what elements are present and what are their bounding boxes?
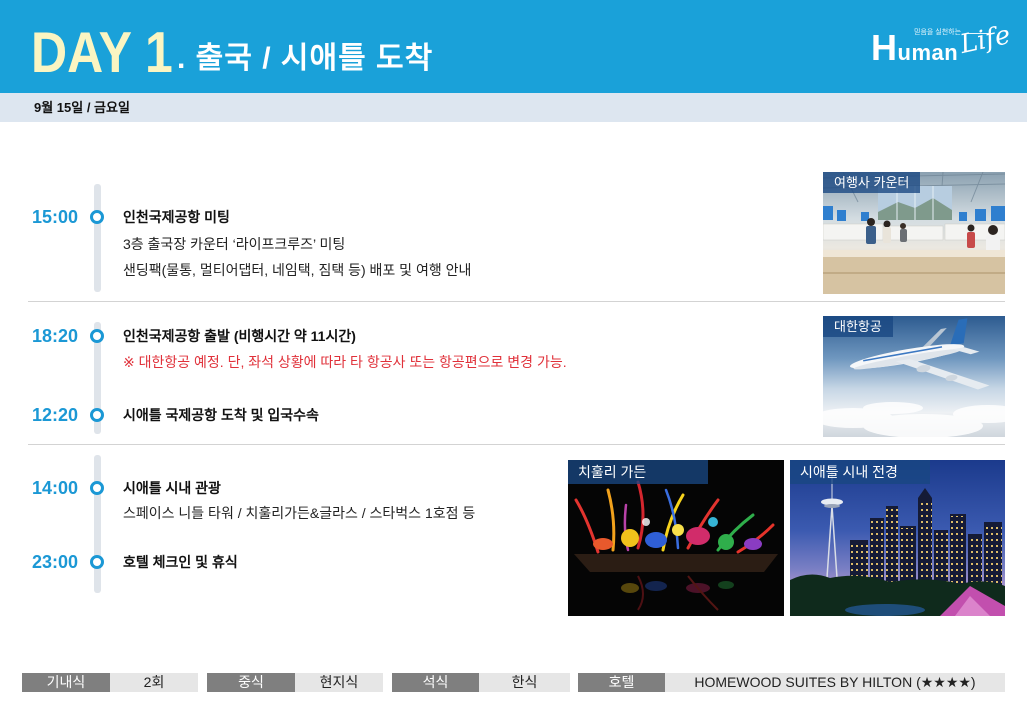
timeline-time: 18:20 [32, 326, 79, 346]
section-divider [28, 444, 1005, 445]
blue-glow [845, 604, 925, 616]
timeline-item: 15:00 인천국제공항 미팅 3층 출국장 카운터 ‘라이프크루즈’ 미팅 샌… [0, 207, 800, 278]
section-divider [28, 301, 1005, 302]
timeline-title: 인천국제공항 출발 (비행시간 약 11시간) [123, 328, 356, 344]
timeline-dot [90, 555, 104, 569]
timeline-dot [90, 329, 104, 343]
timeline-dot [90, 481, 104, 495]
meal-lunch-value: 현지식 [295, 673, 383, 692]
date-text: 9월 15일 / 금요일 [34, 100, 130, 115]
timeline-title: 호텔 체크인 및 휴식 [123, 554, 238, 570]
timeline-item: 12:20 시애틀 국제공항 도착 및 입국수속 [0, 405, 800, 425]
hotel-value: HOMEWOOD SUITES BY HILTON (★★★★) [665, 673, 1005, 692]
logo-script: Life [957, 20, 1014, 60]
check-in-counters [823, 223, 1005, 241]
timeline-dot [90, 210, 104, 224]
photo-caption: 시애틀 시내 전경 [790, 460, 930, 484]
photo-chihuly-garden: 치훌리 가든 [568, 460, 784, 616]
timeline-time: 23:00 [32, 552, 79, 572]
timeline-dot [90, 408, 104, 422]
timeline-title: 인천국제공항 미팅 [123, 209, 230, 225]
timeline-note: ※ 대한항공 예정. 단, 좌석 상황에 따라 타 항공사 또는 항공편으로 변… [123, 354, 567, 370]
timeline-detail: 3층 출국장 카운터 ‘라이프크루즈’ 미팅 [123, 236, 346, 252]
timeline-detail: 샌딩팩(물통, 멀티어댑터, 네임택, 짐택 등) 배포 및 여행 안내 [123, 262, 472, 278]
timeline-time: 12:20 [32, 405, 79, 425]
hotel-label: 호텔 [578, 673, 665, 692]
itinerary-page: DAY 1 . 출국 / 시애틀 도착 믿음을 실천하는 Human Life … [0, 0, 1027, 711]
meal-inflight-label: 기내식 [22, 673, 110, 692]
day-number: DAY 1 [31, 20, 173, 85]
photo-caption: 치훌리 가든 [568, 460, 708, 484]
timeline-time: 14:00 [32, 478, 79, 498]
wooden-boat [574, 554, 778, 572]
photo-caption: 여행사 카운터 [823, 172, 921, 193]
timeline-rail [94, 184, 101, 292]
logo-name: Human [871, 27, 959, 68]
meal-dinner-label: 석식 [392, 673, 479, 692]
date-bar: 9월 15일 / 금요일 [0, 93, 1027, 122]
timeline-title: 시애틀 국제공항 도착 및 입국수속 [123, 407, 319, 423]
timeline-rail [94, 455, 101, 593]
timeline-item: 18:20 인천국제공항 출발 (비행시간 약 11시간) ※ 대한항공 예정.… [0, 326, 800, 370]
page-title: . 출국 / 시애틀 도착 [177, 42, 434, 75]
meal-lunch-label: 중식 [207, 673, 295, 692]
timeline-time: 15:00 [32, 207, 79, 227]
meal-dinner-value: 한식 [479, 673, 570, 692]
photo-caption: 대한항공 [823, 316, 893, 337]
photo-travel-counter: 여행사 카운터 [823, 172, 1005, 294]
timeline-detail: 스페이스 니들 타워 / 치훌리가든&글라스 / 스타벅스 1호점 등 [123, 505, 476, 521]
photo-airline: 대한항공 [823, 316, 1005, 437]
page-header: DAY 1 . 출국 / 시애틀 도착 믿음을 실천하는 Human Life [0, 0, 1027, 93]
timeline-title: 시애틀 시내 관광 [123, 480, 221, 496]
photo-seattle-skyline: 시애틀 시내 전경 [790, 460, 1005, 616]
meal-inflight-value: 2회 [110, 673, 198, 692]
service-desk [823, 250, 1005, 294]
